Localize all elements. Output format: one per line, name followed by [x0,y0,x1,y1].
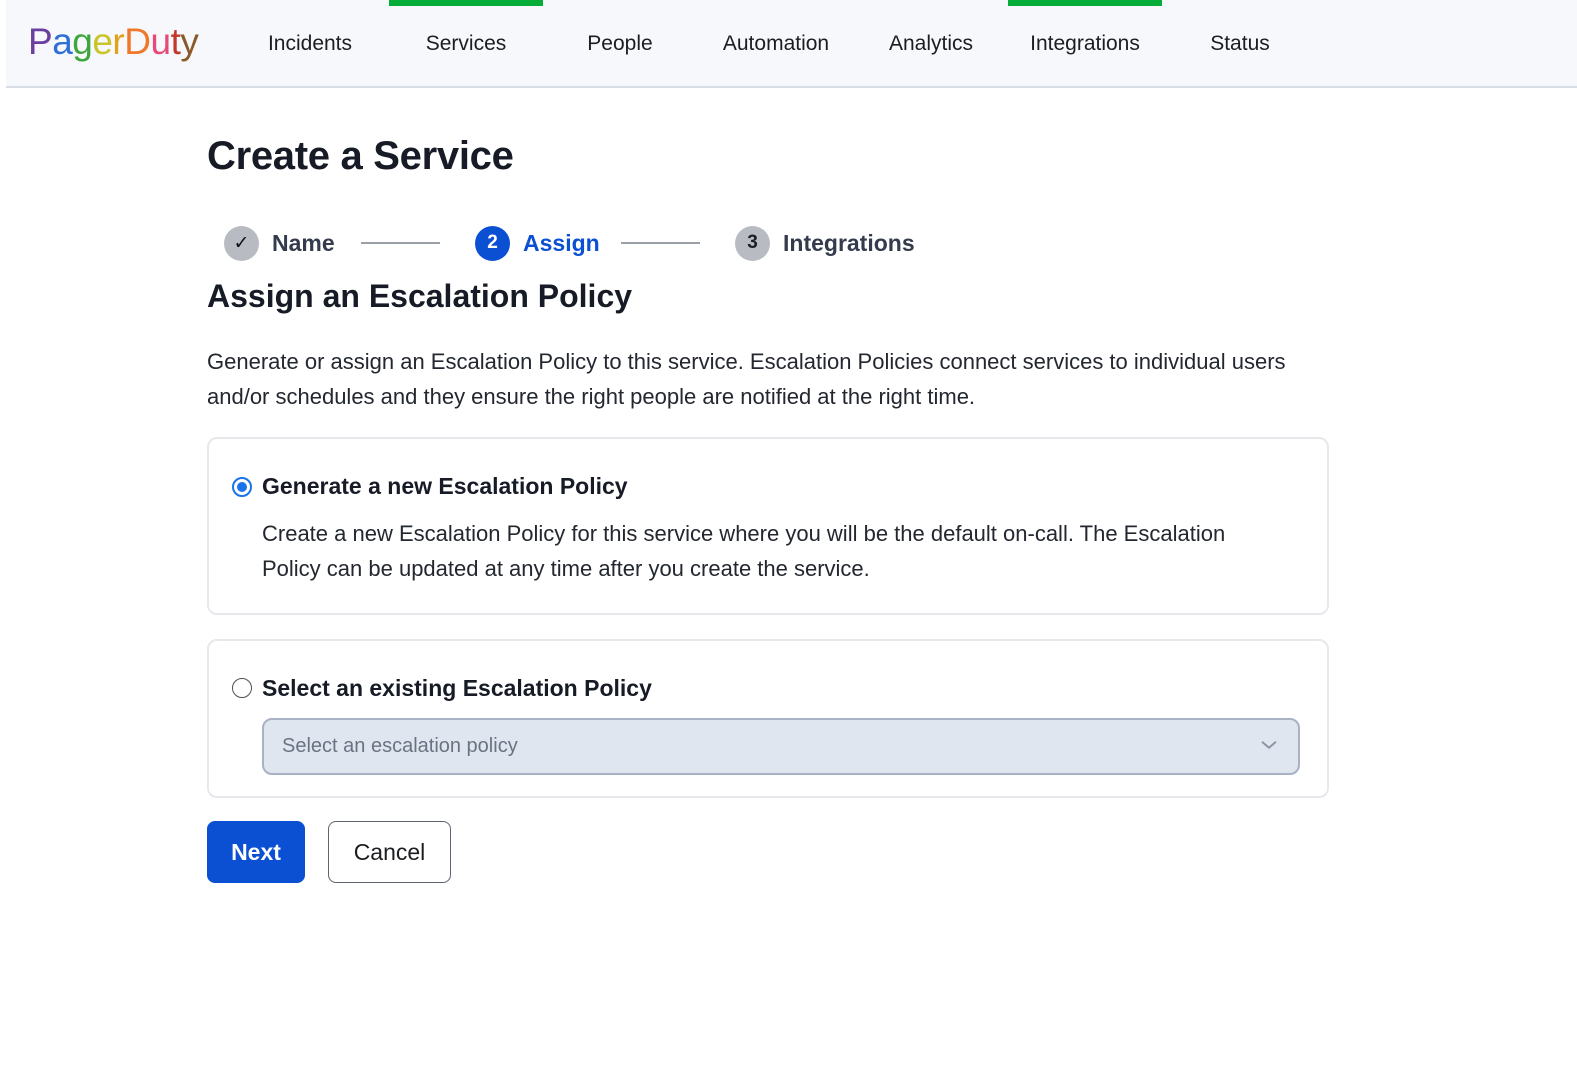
nav-status[interactable]: Status [1170,0,1310,86]
nav-services[interactable]: Services [389,0,543,86]
logo-letter: e [92,21,113,62]
logo-letter: r [112,21,125,62]
nav-automation[interactable]: Automation [706,0,846,86]
nav-active-indicator [389,0,543,6]
nav-status-label: Status [1210,32,1270,55]
check-icon: ✓ [224,225,259,261]
cancel-button[interactable]: Cancel [328,821,451,883]
step-name-label: Name [272,229,335,256]
nav-integrations-label: Integrations [1030,32,1140,55]
nav-active-indicator [1008,0,1162,6]
pagerduty-logo[interactable]: PagerDuty [28,20,199,64]
nav-automation-label: Automation [722,32,830,55]
logo-letter: P [28,21,53,62]
nav-incidents-label: Incidents [267,32,353,55]
section-description: Generate or assign an Escalation Policy … [207,349,1286,409]
nav-people-label: People [587,32,653,55]
chevron-down-icon [1261,741,1277,749]
nav-integrations[interactable]: Integrations [1008,0,1162,86]
nav-services-label: Services [425,32,507,55]
existing-policy-radio[interactable] [232,678,252,698]
section-title: Assign an Escalation Policy [207,278,633,314]
step-name: ✓ Name [224,225,335,261]
generate-policy-description: Create a new Escalation Policy for this … [262,521,1226,581]
step-assign: 2 Assign [475,225,600,261]
step-connector [361,242,440,244]
logo-letter: y [180,21,199,62]
logo-letter: t [170,21,181,62]
next-button[interactable]: Next [207,821,305,883]
nav-analytics[interactable]: Analytics [861,0,1001,86]
step-integrations-label: Integrations [783,229,915,256]
nav-analytics-label: Analytics [888,32,974,55]
step-number-badge: 3 [735,225,770,261]
generate-policy-label[interactable]: Generate a new Escalation Policy [262,473,628,500]
step-number-badge: 2 [475,225,510,261]
escalation-policy-select[interactable]: Select an escalation policy [262,718,1300,775]
page-title: Create a Service [207,134,514,178]
generate-policy-radio[interactable] [232,477,252,497]
top-navigation: PagerDuty Incidents Services People Auto… [6,0,1577,88]
logo-letter: g [72,21,93,62]
logo-letter: D [124,21,151,62]
nav-people[interactable]: People [550,0,690,86]
step-connector [621,242,700,244]
step-integrations: 3 Integrations [735,225,915,261]
logo-letter: u [150,21,171,62]
generate-policy-option-card[interactable]: Generate a new Escalation Policy Create … [207,437,1329,615]
logo-letter: a [52,21,73,62]
existing-policy-label[interactable]: Select an existing Escalation Policy [262,675,652,702]
nav-incidents[interactable]: Incidents [240,0,380,86]
select-placeholder: Select an escalation policy [282,735,518,757]
step-assign-label: Assign [523,229,600,256]
existing-policy-option-card[interactable]: Select an existing Escalation Policy Sel… [207,639,1329,798]
